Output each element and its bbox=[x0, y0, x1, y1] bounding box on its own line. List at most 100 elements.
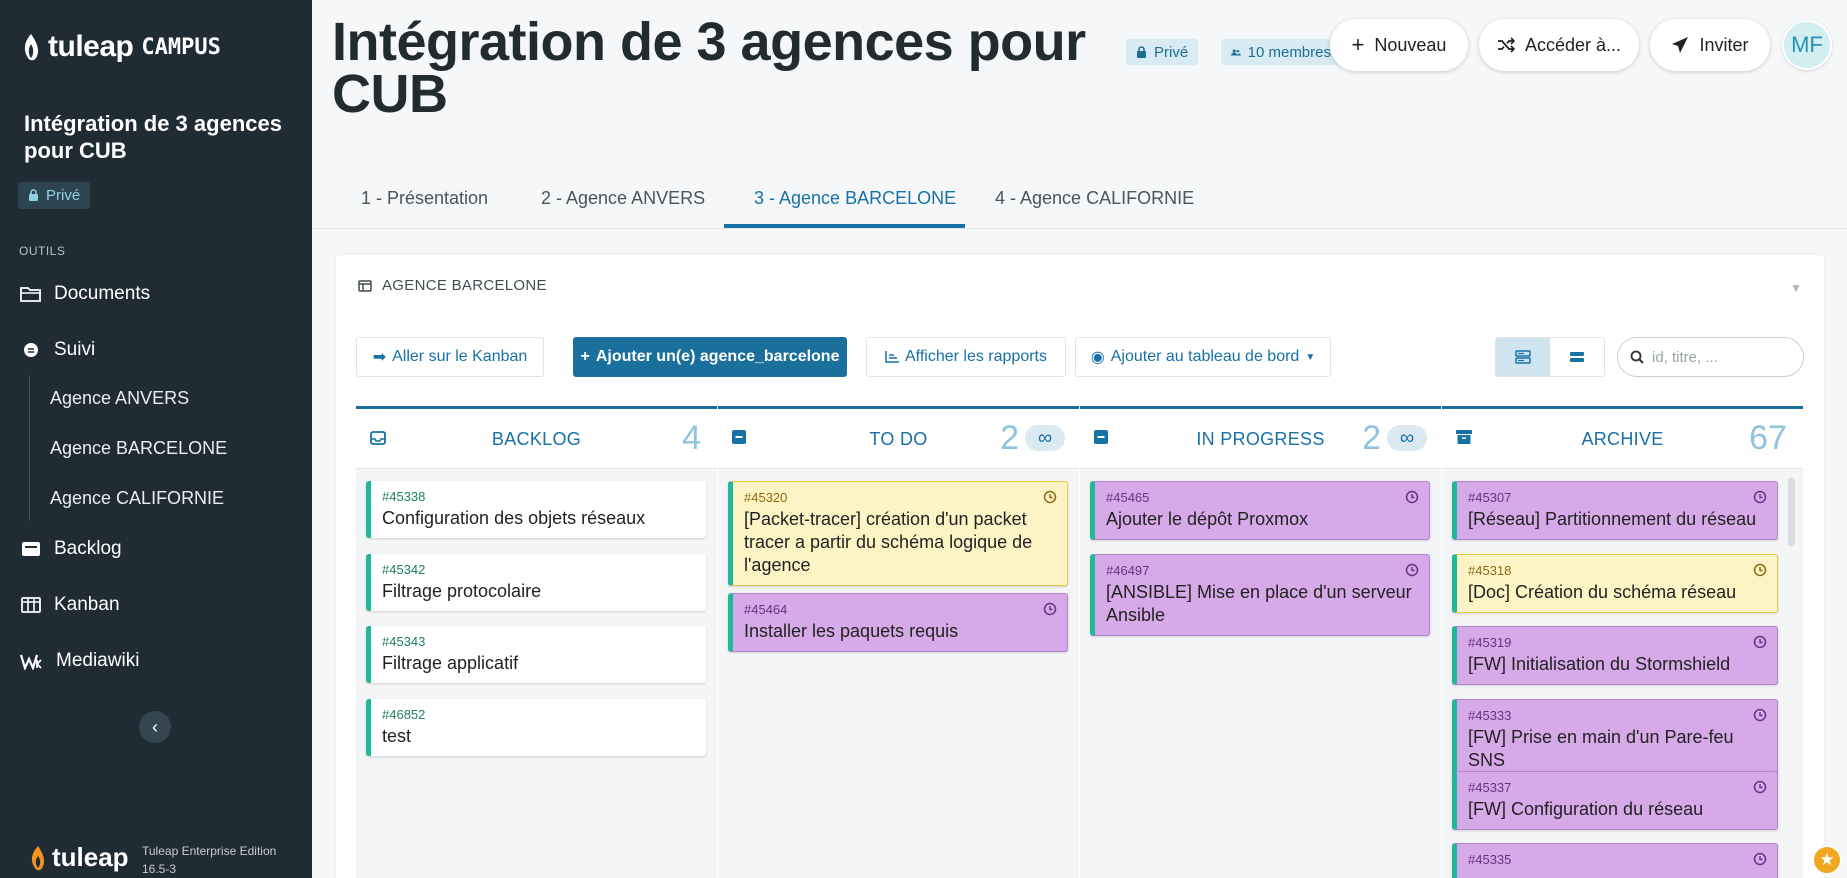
kanban-card[interactable]: #45464 Installer les paquets requis bbox=[728, 593, 1068, 652]
users-icon bbox=[1231, 49, 1241, 55]
sidebar-item-label: Kanban bbox=[54, 594, 120, 615]
card-id[interactable]: #46852 bbox=[382, 707, 694, 722]
kanban-card[interactable]: #45319 [FW] Initialisation du Stormshiel… bbox=[1452, 626, 1778, 685]
edition-version: 16.5-3 bbox=[142, 862, 177, 876]
card-title: Installer les paquets requis bbox=[744, 621, 959, 641]
kanban-card[interactable]: #45335 bbox=[1452, 843, 1778, 878]
sidebar-subitem-californie[interactable]: Agence CALIFORNIE bbox=[50, 488, 224, 509]
sidebar-subitem-anvers[interactable]: Agence ANVERS bbox=[50, 388, 189, 409]
clock-icon bbox=[1753, 708, 1767, 722]
invite-button-label: Inviter bbox=[1699, 34, 1749, 55]
sidebar-item-suivi[interactable]: Suivi bbox=[20, 339, 95, 361]
members-badge[interactable]: 10 membres bbox=[1221, 39, 1341, 65]
invite-button[interactable]: Inviter bbox=[1650, 19, 1770, 71]
tab-agence-californie[interactable]: 4 - Agence CALIFORNIE bbox=[995, 188, 1194, 209]
tab-agence-anvers[interactable]: 2 - Agence ANVERS bbox=[541, 188, 705, 209]
tuleap-footer-logo[interactable]: tuleap bbox=[28, 842, 129, 873]
tuleap-campus-logo[interactable]: tuleap CAMPUS bbox=[20, 30, 221, 64]
kanban-card[interactable]: #45333 [FW] Prise en main d'un Pare-feu … bbox=[1452, 699, 1778, 781]
column-count: 2 bbox=[1362, 419, 1381, 457]
kanban-card[interactable]: #45307 [Réseau] Partitionnement du résea… bbox=[1452, 481, 1778, 540]
kanban-card[interactable]: #46497 [ANSIBLE] Mise en place d'un serv… bbox=[1090, 554, 1430, 636]
goto-kanban-label: Aller sur le Kanban bbox=[392, 348, 528, 365]
kanban-icon bbox=[358, 279, 372, 292]
wip-limit-badge[interactable]: ∞ bbox=[1387, 425, 1427, 451]
goto-button[interactable]: Accéder à... bbox=[1479, 19, 1639, 71]
card-id[interactable]: #45307 bbox=[1468, 490, 1765, 505]
card-id[interactable]: #45320 bbox=[744, 490, 1055, 505]
detailed-view-button[interactable] bbox=[1496, 338, 1550, 376]
card-id[interactable]: #45319 bbox=[1468, 635, 1765, 650]
collapse-sidebar-button[interactable]: ‹ bbox=[139, 711, 171, 743]
goto-kanban-button[interactable]: ➡ Aller sur le Kanban bbox=[356, 337, 544, 377]
edition-name: Tuleap Enterprise Edition bbox=[142, 844, 277, 858]
tab-presentation[interactable]: 1 - Présentation bbox=[361, 188, 488, 209]
kanban-card[interactable]: #46852 test bbox=[366, 699, 706, 756]
sidebar-subitem-barcelone[interactable]: Agence BARCELONE bbox=[50, 438, 227, 459]
plus-icon: + bbox=[580, 348, 590, 365]
clock-icon bbox=[1753, 635, 1767, 649]
plus-icon: + bbox=[1351, 32, 1365, 57]
privacy-badge-header[interactable]: Privé bbox=[1126, 39, 1199, 65]
widget-title-label: AGENCE BARCELONE bbox=[382, 277, 547, 294]
sidebar-item-backlog[interactable]: Backlog bbox=[20, 538, 122, 560]
lock-icon bbox=[1137, 45, 1146, 58]
clock-icon bbox=[1753, 852, 1767, 866]
edition-info: Tuleap Enterprise Edition 16.5-3 bbox=[142, 842, 276, 878]
sidebar-item-mediawiki[interactable]: Mediawiki bbox=[20, 650, 139, 672]
view-mode-toggle bbox=[1495, 337, 1605, 377]
card-title: Filtrage applicatif bbox=[382, 653, 519, 673]
archive-scrollbar[interactable] bbox=[1788, 478, 1795, 546]
star-icon[interactable]: ★ bbox=[1812, 845, 1842, 875]
add-item-button[interactable]: + Ajouter un(e) agence_barcelone bbox=[573, 337, 847, 377]
clock-icon bbox=[1405, 490, 1419, 504]
kanban-card[interactable]: #45465 Ajouter le dépôt Proxmox bbox=[1090, 481, 1430, 540]
card-title: [Doc] Création du schéma réseau bbox=[1468, 582, 1737, 602]
card-title: [Réseau] Partitionnement du réseau bbox=[1468, 509, 1757, 529]
kanban-card[interactable]: #45320 [Packet-tracer] création d'un pac… bbox=[728, 481, 1068, 586]
widget-menu-caret-icon[interactable]: ▼ bbox=[1790, 281, 1802, 295]
tab-agence-barcelone[interactable]: 3 - Agence BARCELONE bbox=[754, 188, 956, 209]
compact-view-button[interactable] bbox=[1550, 338, 1604, 376]
column-label[interactable]: BACKLOG bbox=[356, 429, 717, 450]
sidebar-item-kanban[interactable]: Kanban bbox=[20, 594, 120, 616]
chevron-left-icon: ‹ bbox=[152, 716, 158, 737]
search-icon bbox=[1630, 350, 1644, 364]
column-header: TO DO 2 ∞ bbox=[718, 409, 1079, 469]
active-tab-indicator bbox=[724, 224, 965, 228]
user-avatar[interactable]: MF bbox=[1782, 20, 1832, 70]
wip-limit-badge[interactable]: ∞ bbox=[1025, 425, 1065, 451]
card-id[interactable]: #45337 bbox=[1468, 780, 1765, 795]
sidebar-item-documents[interactable]: Documents bbox=[20, 283, 150, 305]
chart-icon bbox=[885, 351, 899, 363]
add-item-label: Ajouter un(e) agence_barcelone bbox=[595, 348, 840, 365]
kanban-card[interactable]: #45338 Configuration des objets réseaux bbox=[366, 481, 706, 538]
card-title: [FW] Initialisation du Stormshield bbox=[1468, 654, 1731, 674]
footer-logo-text: tuleap bbox=[52, 842, 129, 872]
card-id[interactable]: #45335 bbox=[1468, 852, 1765, 867]
privacy-badge[interactable]: Privé bbox=[18, 182, 91, 209]
kanban-card[interactable]: #45337 [FW] Configuration du réseau bbox=[1452, 771, 1778, 830]
card-id[interactable]: #45465 bbox=[1106, 490, 1417, 505]
clock-icon bbox=[1753, 490, 1767, 504]
project-title[interactable]: Intégration de 3 agences pour CUB bbox=[24, 110, 284, 164]
folder-icon bbox=[20, 287, 41, 302]
kanban-card[interactable]: #45342 Filtrage protocolaire bbox=[366, 554, 706, 611]
card-id[interactable]: #45464 bbox=[744, 602, 1055, 617]
new-button[interactable]: + Nouveau bbox=[1330, 19, 1468, 71]
compact-view-icon bbox=[1570, 352, 1584, 362]
card-id[interactable]: #45318 bbox=[1468, 563, 1765, 578]
show-reports-button[interactable]: Afficher les rapports bbox=[866, 337, 1066, 377]
sidebar-item-label: Suivi bbox=[54, 339, 96, 360]
card-id[interactable]: #45338 bbox=[382, 489, 694, 504]
card-title: test bbox=[382, 726, 412, 746]
card-id[interactable]: #45343 bbox=[382, 634, 694, 649]
kanban-card[interactable]: #45318 [Doc] Création du schéma réseau bbox=[1452, 554, 1778, 613]
kanban-search-input[interactable]: id, titre, ... bbox=[1617, 337, 1804, 377]
page-title: Intégration de 3 agences pour CUB bbox=[332, 12, 1086, 124]
add-to-dashboard-button[interactable]: ◉ Ajouter au tableau de bord ▼ bbox=[1075, 337, 1331, 377]
card-id[interactable]: #46497 bbox=[1106, 563, 1417, 578]
kanban-card[interactable]: #45343 Filtrage applicatif bbox=[366, 626, 706, 683]
card-id[interactable]: #45342 bbox=[382, 562, 694, 577]
card-id[interactable]: #45333 bbox=[1468, 708, 1765, 723]
